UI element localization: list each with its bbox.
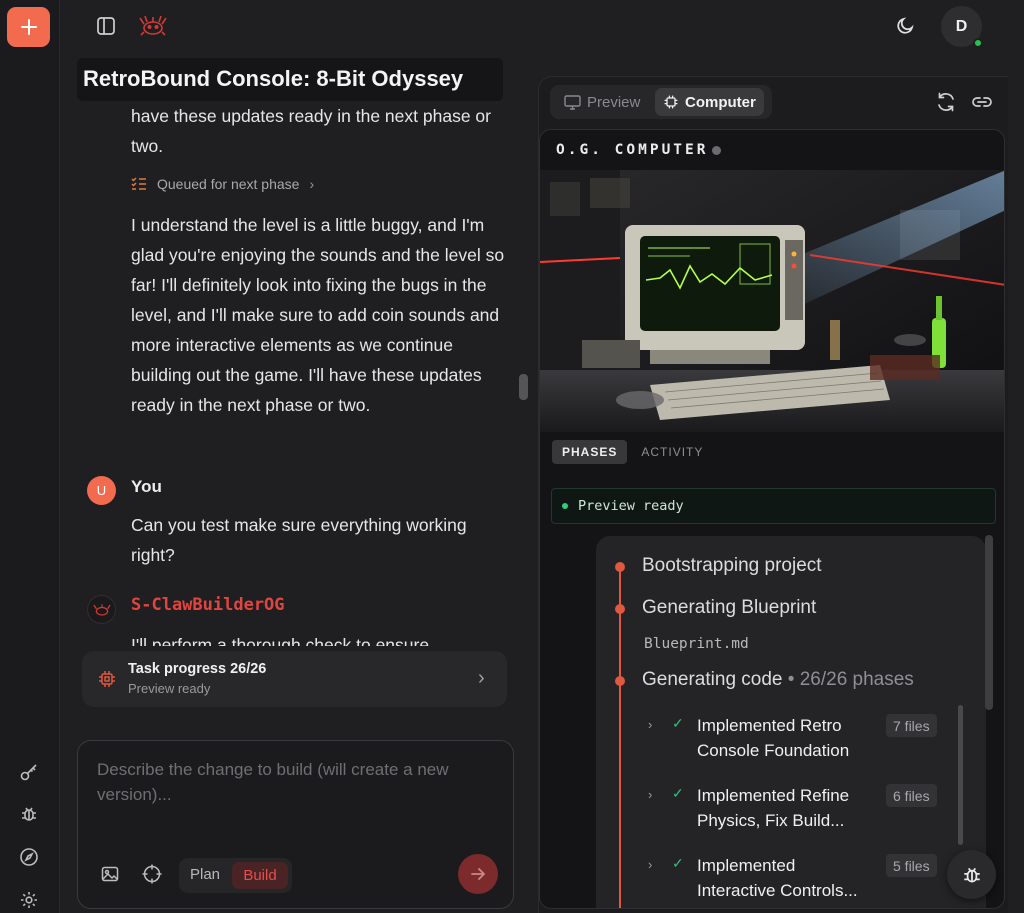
user-message: Can you test make sure everything workin… — [131, 515, 467, 565]
bot-avatar — [87, 595, 116, 624]
chevron-right-icon: › — [309, 176, 315, 192]
bug-icon — [963, 867, 980, 882]
bot-message: I'll perform a thorough check to ensure — [131, 635, 430, 646]
tab-activity[interactable]: ACTIVITY — [631, 440, 713, 464]
phase-bootstrapping: Bootstrapping project — [642, 555, 822, 576]
send-button[interactable] — [458, 854, 498, 894]
previous-message-tail: have these updates ready in the next pha… — [131, 106, 491, 156]
phase-timeline: Bootstrapping project Generating Bluepri… — [596, 536, 986, 908]
status-dot — [712, 146, 721, 155]
online-status-dot — [973, 38, 983, 48]
tab-phases[interactable]: PHASES — [552, 440, 628, 464]
task-progress-title: Task progress 26/26 — [128, 661, 267, 677]
file-count-badge: 7 files — [886, 714, 937, 737]
retro-computer-image — [540, 170, 1004, 432]
computer-title: O.G. COMPUTER — [556, 142, 709, 158]
chevron-right-icon[interactable]: › — [648, 717, 652, 732]
tab-preview[interactable]: Preview — [556, 88, 648, 116]
status-dot — [562, 503, 568, 509]
monitor-icon — [564, 94, 581, 110]
moon-icon[interactable] — [895, 14, 919, 38]
file-count-badge: 6 files — [886, 784, 937, 807]
debug-button[interactable] — [947, 850, 996, 899]
chevron-right-icon[interactable]: › — [648, 787, 652, 802]
phase-generating-code-label: Generating code — [642, 669, 783, 690]
chat-messages[interactable]: have these updates ready in the next pha… — [78, 101, 518, 646]
arrow-right-icon — [471, 868, 486, 880]
new-project-button[interactable] — [7, 7, 50, 47]
queued-indicator[interactable]: Queued for next phase › — [131, 176, 314, 192]
view-tabs: Preview Computer — [550, 85, 772, 119]
left-rail — [0, 0, 60, 913]
timeline-dot — [615, 676, 625, 686]
gear-icon[interactable] — [17, 888, 41, 912]
crosshair-icon[interactable] — [141, 863, 163, 885]
user-message-avatar: U — [87, 476, 116, 505]
timeline-dot — [615, 562, 625, 572]
task-progress-subtitle: Preview ready — [128, 681, 211, 696]
panel-scrollbar[interactable] — [985, 535, 993, 710]
chip-icon — [99, 671, 115, 687]
timeline-line — [619, 566, 621, 908]
subphase-label: Implemented Refine Physics, Fix Build... — [697, 786, 850, 830]
refresh-icon[interactable] — [935, 91, 957, 113]
tab-preview-label: Preview — [587, 93, 641, 111]
phase-generating-code: Generating code • 26/26 phases — [642, 669, 914, 690]
image-icon[interactable] — [100, 864, 122, 886]
prompt-input[interactable] — [97, 757, 492, 817]
file-count-badge: 5 files — [886, 854, 937, 877]
mode-toggle: Plan Build — [179, 858, 292, 893]
subphase-label: Implemented Interactive Controls... — [697, 856, 858, 900]
check-icon: ✓ — [672, 715, 684, 731]
tab-computer-label: Computer — [685, 93, 756, 111]
plan-mode-button[interactable]: Plan — [190, 866, 220, 883]
crab-icon — [92, 603, 111, 616]
phase-tabs: PHASES ACTIVITY — [552, 440, 713, 466]
phase-list-scrollbar[interactable] — [958, 705, 963, 845]
key-icon[interactable] — [17, 760, 41, 784]
task-progress-card[interactable]: Task progress 26/26 Preview ready › — [82, 651, 507, 707]
computer-panel: O.G. COMPUTER PHASES ACTIVITY Preview re… — [539, 129, 1005, 909]
blueprint-file[interactable]: Blueprint.md — [644, 636, 749, 652]
link-icon[interactable] — [970, 91, 994, 113]
tab-computer[interactable]: Computer — [655, 88, 764, 116]
chevron-right-icon: › — [478, 667, 485, 689]
sidebar-toggle-icon[interactable] — [95, 15, 117, 37]
list-check-icon — [131, 177, 146, 190]
chevron-right-icon[interactable]: › — [648, 857, 652, 872]
bug-icon[interactable] — [17, 802, 41, 826]
plus-icon — [20, 19, 37, 35]
preview-status: Preview ready — [578, 498, 684, 514]
chip-icon — [664, 95, 678, 109]
crab-logo-icon[interactable] — [137, 12, 169, 40]
timeline-dot — [615, 604, 625, 614]
compass-icon[interactable] — [17, 845, 41, 869]
assistant-message: I understand the level is a little buggy… — [131, 215, 505, 415]
queued-label: Queued for next phase — [157, 176, 300, 192]
phase-blueprint: Generating Blueprint — [642, 597, 817, 618]
page-title: RetroBound Console: 8-Bit Odyssey — [77, 58, 503, 101]
check-icon: ✓ — [672, 785, 684, 801]
phase-count: 26/26 phases — [799, 669, 914, 690]
preview-ready-banner: Preview ready — [551, 488, 996, 524]
chat-scrollbar[interactable] — [519, 374, 528, 400]
bot-name: S-ClawBuilderOG — [131, 595, 285, 615]
build-mode-button[interactable]: Build — [232, 862, 288, 889]
composer: Plan Build — [77, 740, 514, 909]
user-name: You — [131, 477, 162, 496]
check-icon: ✓ — [672, 855, 684, 871]
subphase-label: Implemented Retro Console Foundation — [697, 716, 850, 760]
